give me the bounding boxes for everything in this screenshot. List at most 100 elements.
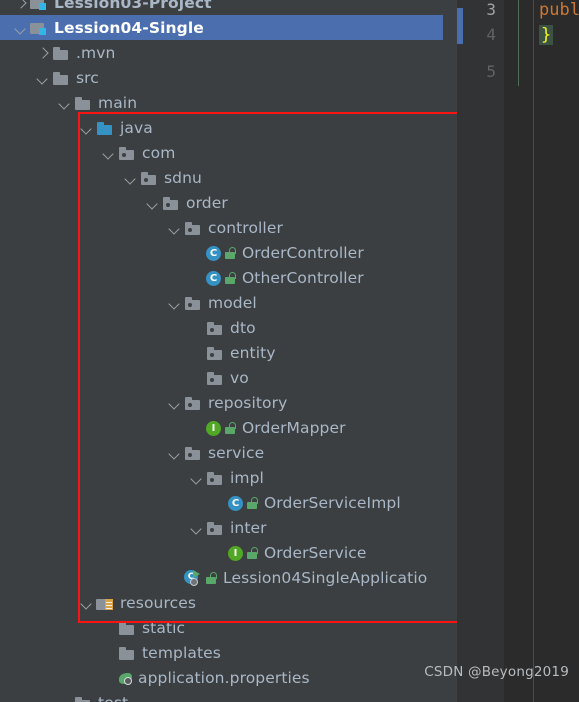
package-icon-tab xyxy=(185,221,192,226)
tree-row-vo[interactable]: vo xyxy=(0,365,455,390)
tree-row-label: OrderMapper xyxy=(242,418,346,437)
source-root-icon xyxy=(96,119,114,137)
tree-row-dto[interactable]: dto xyxy=(0,315,455,340)
tree-row-java[interactable]: java xyxy=(0,115,455,140)
code-line-3[interactable]: publ xyxy=(539,0,579,20)
public-lock-icon xyxy=(224,421,238,435)
tree-row-repository[interactable]: repository xyxy=(0,390,455,415)
chevron-down-icon[interactable] xyxy=(14,21,28,35)
code-line-4[interactable]: } xyxy=(539,25,554,45)
package-icon-tab xyxy=(207,471,214,476)
config-badge xyxy=(190,577,198,586)
tree-row-orderserviceimpl[interactable]: C OrderServiceImpl xyxy=(0,490,455,515)
tree-row-main[interactable]: main xyxy=(0,90,455,115)
chevron-down-icon[interactable] xyxy=(80,121,94,135)
tree-row-entity[interactable]: entity xyxy=(0,340,455,365)
public-lock-icon xyxy=(246,546,260,560)
package-icon xyxy=(162,194,180,212)
tree-row-label: impl xyxy=(230,468,264,487)
package-icon-tab xyxy=(141,171,148,176)
chevron-down-icon[interactable] xyxy=(190,471,204,485)
watermark-text: CSDN @Beyong2019 xyxy=(424,664,569,680)
chevron-down-icon[interactable] xyxy=(124,171,138,185)
chevron-down-icon[interactable] xyxy=(168,446,182,460)
chevron-down-icon[interactable] xyxy=(102,146,116,160)
package-icon-tab xyxy=(185,396,192,401)
chevron-down-icon[interactable] xyxy=(168,221,182,235)
package-icon xyxy=(118,144,136,162)
tree-row-resources[interactable]: resources xyxy=(0,590,455,615)
chevron-right-icon[interactable] xyxy=(36,46,50,60)
tree-row-othercontroller[interactable]: C OtherController xyxy=(0,265,455,290)
tree-row-lession03-project[interactable]: Lession03-Project xyxy=(0,0,455,15)
interface-icon: I xyxy=(228,545,243,561)
chevron-down-icon[interactable] xyxy=(58,96,72,110)
editor-gutter[interactable]: 3 4 5 xyxy=(457,0,504,702)
tree-row-test[interactable]: test xyxy=(0,690,455,702)
tree-row-service[interactable]: service xyxy=(0,440,455,465)
tree-row-label: src xyxy=(76,68,99,87)
tree-row-label: templates xyxy=(142,643,221,662)
chevron-down-icon[interactable] xyxy=(58,696,72,702)
tree-row-label: service xyxy=(208,443,265,462)
chevron-down-icon[interactable] xyxy=(146,196,160,210)
package-icon-tab xyxy=(119,146,126,151)
tree-row-sdnu[interactable]: sdnu xyxy=(0,165,455,190)
tree-row-model[interactable]: model xyxy=(0,290,455,315)
chevron-down-icon[interactable] xyxy=(168,296,182,310)
tree-row-mvn[interactable]: .mvn xyxy=(0,40,455,65)
tree-row-orderservice[interactable]: I OrderService xyxy=(0,540,455,565)
tree-row-label: test xyxy=(98,694,128,702)
package-icon xyxy=(184,444,202,462)
folder-icon xyxy=(118,644,136,662)
line-number-4: 4 xyxy=(486,25,496,44)
folder-icon xyxy=(118,619,136,637)
tree-row-com[interactable]: com xyxy=(0,140,455,165)
tree-row-label: order xyxy=(186,193,228,212)
tree-row-ordercontroller[interactable]: C OrderController xyxy=(0,240,455,265)
tree-row-label: application.properties xyxy=(138,668,310,687)
tree-row-order[interactable]: order xyxy=(0,190,455,215)
tree-row-lession04singleapplicatio[interactable]: C Lession04SingleApplicatio xyxy=(0,565,455,590)
package-icon-tab xyxy=(207,346,214,351)
tree-row-lession04-single[interactable]: Lession04-Single xyxy=(0,15,455,40)
tree-row-application-properties[interactable]: application.properties xyxy=(0,665,455,690)
tree-row-src[interactable]: src xyxy=(0,65,455,90)
tree-row-label: OrderController xyxy=(242,243,364,262)
tree-row-label: entity xyxy=(230,343,276,362)
tree-row-label: Lession04-Single xyxy=(54,18,204,37)
package-icon xyxy=(206,369,224,387)
project-tree-panel[interactable]: Lession03-Project Lession04-Single .mvn src… xyxy=(0,0,455,702)
class-icon: C xyxy=(206,245,221,261)
tree-row-label: Lession03-Project xyxy=(54,0,212,12)
gutter-separator xyxy=(533,0,534,702)
code-editor-panel[interactable]: 3 4 5 publ } xyxy=(457,0,579,702)
chevron-right-icon[interactable] xyxy=(14,0,28,10)
tree-row-label: Lession04SingleApplicatio xyxy=(223,568,428,587)
line-number-3: 3 xyxy=(486,0,496,19)
tree-row-controller[interactable]: controller xyxy=(0,215,455,240)
properties-file-icon xyxy=(118,669,136,687)
gear-badge xyxy=(124,676,132,685)
tree-row-label: controller xyxy=(208,218,283,237)
chevron-down-icon[interactable] xyxy=(36,71,50,85)
tree-row-label: static xyxy=(142,618,186,637)
tree-row-impl[interactable]: impl xyxy=(0,465,455,490)
tree-row-static[interactable]: static xyxy=(0,615,455,640)
tree-row-ordermapper[interactable]: I OrderMapper xyxy=(0,415,455,440)
tree-row-templates[interactable]: templates xyxy=(0,640,455,665)
chevron-down-icon[interactable] xyxy=(168,396,182,410)
tree-scrollbar-track[interactable] xyxy=(443,0,457,702)
tree-row-label: sdnu xyxy=(164,168,202,187)
tree-row-inter[interactable]: inter xyxy=(0,515,455,540)
chevron-down-icon[interactable] xyxy=(80,596,94,610)
tree-row-label: dto xyxy=(230,318,256,337)
package-icon xyxy=(206,344,224,362)
chevron-down-icon[interactable] xyxy=(190,521,204,535)
tree-row-label: java xyxy=(120,118,153,137)
